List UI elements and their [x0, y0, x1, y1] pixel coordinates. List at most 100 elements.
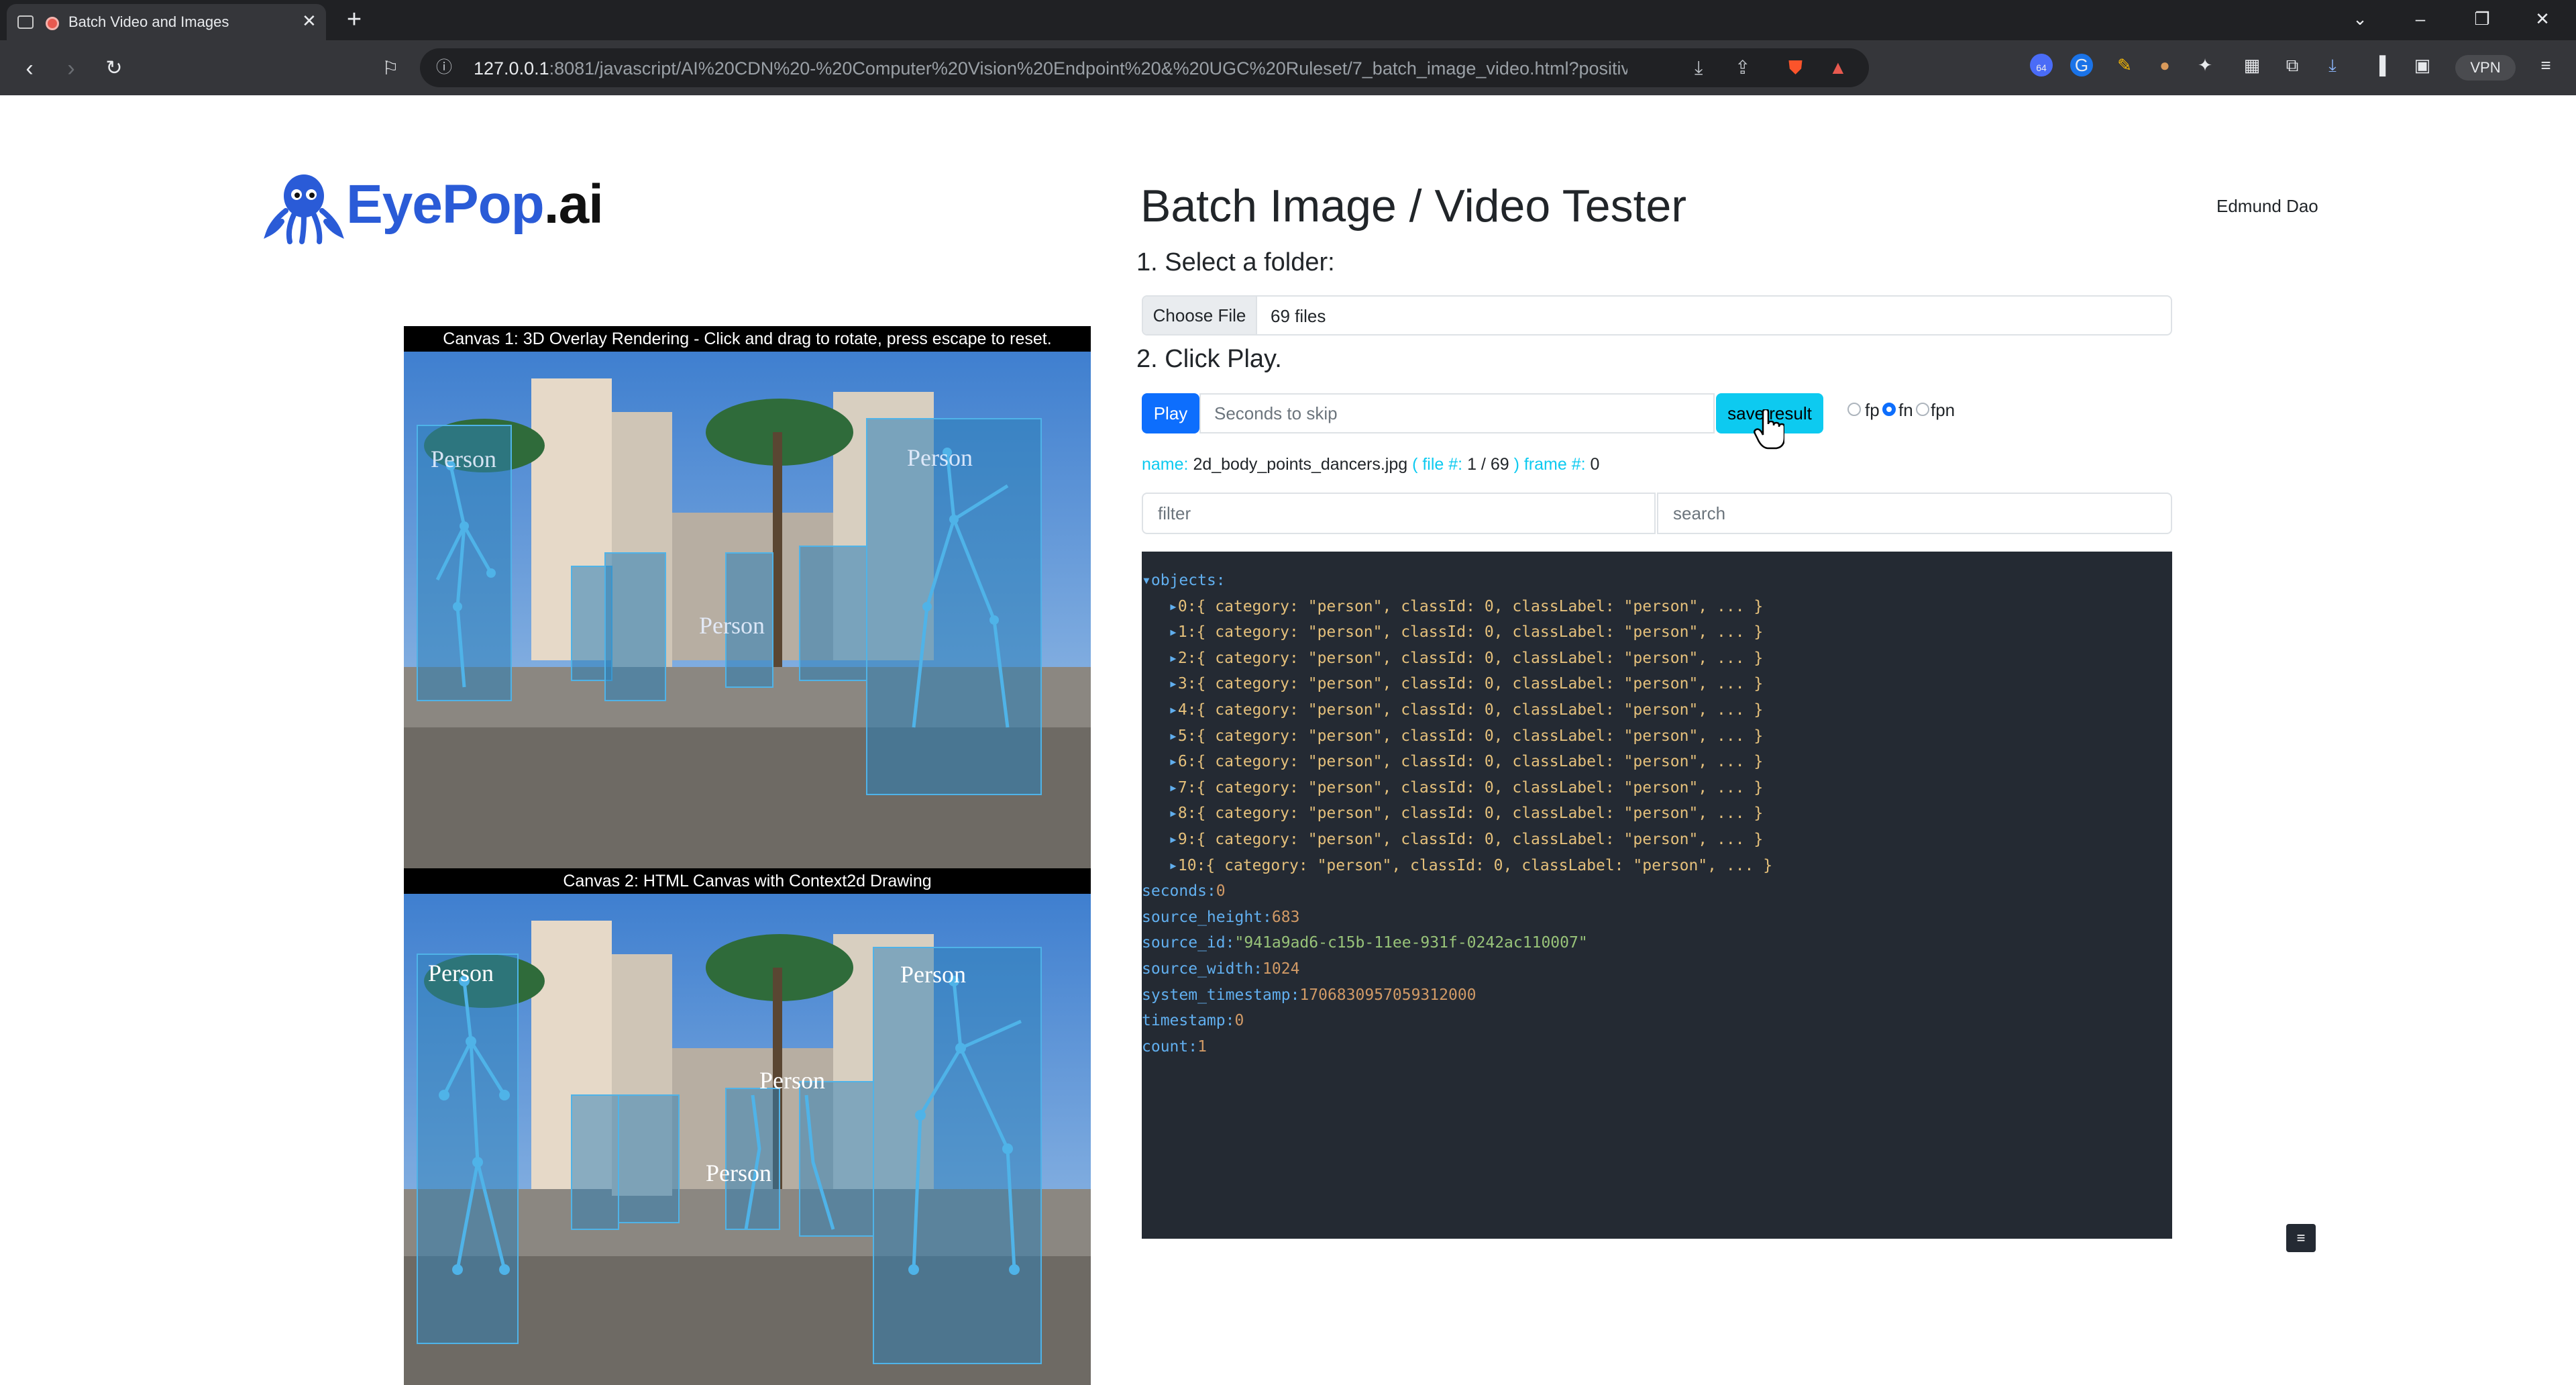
- json-field-row: system_timestamp:1706830957059312000: [1142, 986, 1477, 1004]
- expand-toggle-icon[interactable]: ▸: [1169, 727, 1178, 745]
- folder-file-input[interactable]: Choose File 69 files: [1142, 295, 2172, 336]
- extensions-icon[interactable]: ⧉: [2281, 54, 2304, 76]
- search-input[interactable]: search: [1657, 493, 2172, 534]
- share-icon[interactable]: ⇪: [1735, 58, 1750, 78]
- json-field-value: 683: [1271, 909, 1300, 926]
- json-object-row[interactable]: ▸10:{ category: "person", classId: 0, cl…: [1169, 857, 1772, 874]
- user-name: Edmund Dao: [2216, 196, 2318, 216]
- radio-fn[interactable]: [1882, 403, 1896, 416]
- site-info-icon[interactable]: ⓘ: [436, 58, 452, 78]
- play-button[interactable]: Play: [1142, 393, 1199, 433]
- json-object-row[interactable]: ▸9:{ category: "person", classId: 0, cla…: [1169, 831, 1763, 848]
- json-object-row[interactable]: ▸0:{ category: "person", classId: 0, cla…: [1169, 598, 1763, 615]
- collapse-toggle-icon[interactable]: ▾: [1142, 572, 1151, 589]
- json-viewer[interactable]: ▾objects: ▸0:{ category: "person", class…: [1142, 552, 2172, 1239]
- json-object-row[interactable]: ▸8:{ category: "person", classId: 0, cla…: [1169, 805, 1763, 822]
- json-object-row[interactable]: ▸3:{ category: "person", classId: 0, cla…: [1169, 675, 1763, 692]
- json-object-row[interactable]: ▸6:{ category: "person", classId: 0, cla…: [1169, 753, 1763, 770]
- vpn-label: VPN: [2470, 59, 2501, 76]
- radio-fp-label: fp: [1865, 400, 1880, 420]
- expand-toggle-icon[interactable]: ▸: [1169, 701, 1178, 719]
- frame-key: ) frame #:: [1513, 455, 1586, 474]
- extension-pen-icon[interactable]: ✎: [2113, 54, 2136, 76]
- downloads-icon[interactable]: ⤓: [2321, 54, 2344, 76]
- json-object-summary: 8:{ category: "person", classId: 0, clas…: [1177, 805, 1764, 822]
- tab-favicon-icon: [17, 15, 34, 29]
- json-object-summary: 7:{ category: "person", classId: 0, clas…: [1177, 779, 1764, 797]
- json-field-value: "941a9ad6-c15b-11ee-931f-0242ac110007": [1234, 934, 1588, 952]
- canvas2-person-label: Person: [706, 1160, 771, 1186]
- expand-toggle-icon[interactable]: ▸: [1169, 598, 1178, 615]
- objects-root[interactable]: ▾objects:: [1142, 572, 1226, 589]
- json-object-summary: 10:{ category: "person", classId: 0, cla…: [1177, 857, 1773, 874]
- json-field-row: count:1: [1142, 1038, 1207, 1056]
- json-field-row: source_height:683: [1142, 909, 1300, 926]
- tab-search-icon[interactable]: ⌄: [2340, 5, 2380, 32]
- json-field-key: source_width: [1142, 960, 1254, 978]
- expand-toggle-icon[interactable]: ▸: [1169, 857, 1178, 874]
- extension-badge-icon[interactable]: 64: [2030, 54, 2053, 76]
- browser-toolbar: ‹ › ↻ ⚐ ⓘ 127.0.0.1:8081/javascript/AI%2…: [0, 40, 2576, 95]
- radio-fpn[interactable]: [1916, 403, 1929, 416]
- file-index: 1 / 69: [1467, 455, 1509, 474]
- expand-toggle-icon[interactable]: ▸: [1169, 650, 1178, 667]
- tab-title: Batch Video and Images: [68, 13, 229, 30]
- expand-toggle-icon[interactable]: ▸: [1169, 753, 1178, 770]
- minimize-button[interactable]: –: [2400, 5, 2440, 32]
- expand-toggle-icon[interactable]: ▸: [1169, 831, 1178, 848]
- expand-toggle-icon[interactable]: ▸: [1169, 779, 1178, 797]
- canvas1[interactable]: Canvas 1: 3D Overlay Rendering - Click a…: [404, 326, 1091, 870]
- browser-tab[interactable]: Batch Video and Images ✕: [7, 4, 326, 40]
- close-window-button[interactable]: ✕: [2522, 5, 2563, 32]
- reload-icon[interactable]: ↻: [99, 54, 129, 83]
- canvas2-image[interactable]: Person Person Person Person: [404, 894, 1091, 1385]
- extension-cookie-icon[interactable]: ●: [2153, 54, 2176, 76]
- json-object-row[interactable]: ▸1:{ category: "person", classId: 0, cla…: [1169, 623, 1763, 641]
- json-object-row[interactable]: ▸7:{ category: "person", classId: 0, cla…: [1169, 779, 1763, 797]
- extension-puzzle-icon[interactable]: ✦: [2194, 54, 2216, 76]
- menu-icon[interactable]: ≡: [2534, 54, 2557, 76]
- address-bar[interactable]: ⓘ 127.0.0.1:8081/javascript/AI%20CDN%20-…: [420, 48, 1869, 87]
- canvas2[interactable]: Canvas 2: HTML Canvas with Context2d Dra…: [404, 868, 1091, 1385]
- brave-shield-icon[interactable]: ⛊: [1788, 58, 1803, 78]
- canvas2-person-label: Person: [759, 1067, 825, 1094]
- canvas1-image[interactable]: Person Person Person: [404, 352, 1091, 870]
- json-menu-icon[interactable]: ≡: [2286, 1224, 2316, 1252]
- json-object-row[interactable]: ▸2:{ category: "person", classId: 0, cla…: [1169, 650, 1763, 667]
- json-object-summary: 2:{ category: "person", classId: 0, clas…: [1177, 650, 1764, 667]
- seconds-to-skip-input[interactable]: Seconds to skip: [1199, 393, 1715, 433]
- extension-grid-icon[interactable]: ▦: [2241, 54, 2263, 76]
- expand-toggle-icon[interactable]: ▸: [1169, 623, 1178, 641]
- tab-close-icon[interactable]: ✕: [302, 11, 317, 31]
- expand-toggle-icon[interactable]: ▸: [1169, 805, 1178, 822]
- extension-g-icon[interactable]: G: [2070, 54, 2093, 76]
- expand-toggle-icon[interactable]: ▸: [1169, 675, 1178, 692]
- json-field-row: seconds:0: [1142, 882, 1226, 900]
- bookmark-icon[interactable]: ⚐: [376, 54, 405, 83]
- json-field-key: source_id: [1142, 934, 1226, 952]
- sidebar-icon[interactable]: ▐: [2368, 54, 2391, 76]
- choose-file-button[interactable]: Choose File: [1143, 297, 1257, 334]
- canvas2-caption: Canvas 2: HTML Canvas with Context2d Dra…: [404, 868, 1091, 894]
- brave-rewards-icon[interactable]: ▲: [1829, 58, 1847, 78]
- forward-icon[interactable]: ›: [56, 54, 86, 83]
- radio-fp[interactable]: [1847, 403, 1861, 416]
- vpn-button[interactable]: VPN: [2455, 55, 2516, 81]
- json-field-row: timestamp:0: [1142, 1012, 1244, 1029]
- json-field-key: source_height: [1142, 909, 1263, 926]
- download-icon[interactable]: ⤓: [1695, 58, 1703, 78]
- step2-heading: 2. Click Play.: [1136, 345, 1282, 373]
- back-icon[interactable]: ‹: [15, 54, 44, 83]
- new-tab-button[interactable]: +: [339, 7, 369, 34]
- frame-index: 0: [1590, 455, 1600, 474]
- json-object-row[interactable]: ▸5:{ category: "person", classId: 0, cla…: [1169, 727, 1763, 745]
- canvas2-person-label: Person: [428, 960, 494, 986]
- json-field-value: 1706830957059312000: [1299, 986, 1477, 1004]
- json-object-summary: 3:{ category: "person", classId: 0, clas…: [1177, 675, 1764, 692]
- wallet-icon[interactable]: ▣: [2411, 54, 2434, 76]
- filter-input[interactable]: filter: [1142, 493, 1656, 534]
- json-object-row[interactable]: ▸4:{ category: "person", classId: 0, cla…: [1169, 701, 1763, 719]
- json-object-summary: 9:{ category: "person", classId: 0, clas…: [1177, 831, 1764, 848]
- restore-button[interactable]: ❐: [2462, 5, 2502, 32]
- canvas2-scene: Person Person Person Person: [404, 894, 1091, 1385]
